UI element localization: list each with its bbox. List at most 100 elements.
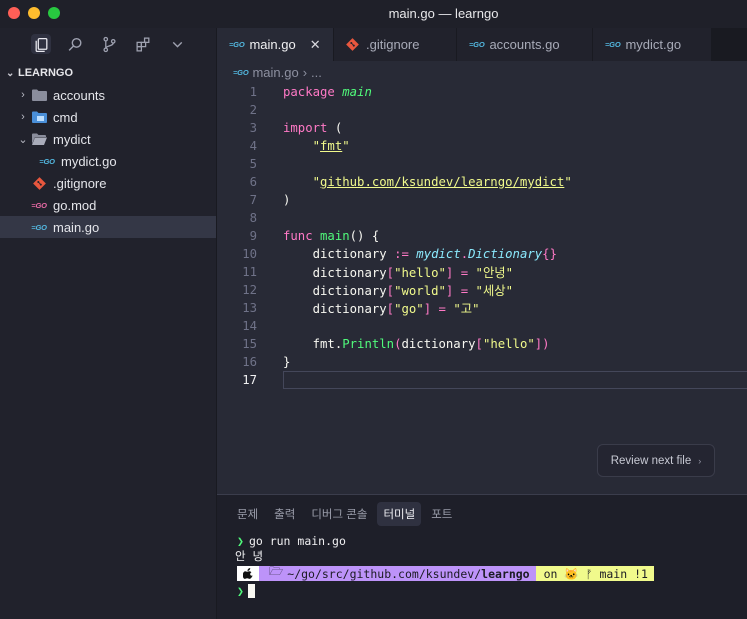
terminal-cursor <box>247 583 255 598</box>
line-number: 4 <box>249 139 257 153</box>
terminal-command: go run main.go <box>248 533 346 548</box>
tree-item-label: main.go <box>53 219 100 235</box>
terminal-input-line[interactable]: ❯ <box>237 583 747 598</box>
tab-output[interactable]: 출력 <box>268 502 301 526</box>
search-icon[interactable] <box>65 34 85 54</box>
tab-main-go[interactable]: =GO main.go ✕ <box>217 28 334 61</box>
line-number: 15 <box>242 337 257 351</box>
breadcrumb-file[interactable]: main.go <box>252 65 298 80</box>
chevron-right-icon: › <box>21 89 25 101</box>
code-editor[interactable]: =GO main.go › ... 1 package main 2 3 imp… <box>217 61 747 494</box>
terminal-command-line: ❯ go run main.go <box>237 533 747 548</box>
code-line: 11 dictionary["hello"] = "안녕" <box>217 263 747 281</box>
git-icon <box>30 176 48 190</box>
tree-item-mydict-go[interactable]: =GO mydict.go <box>0 150 216 172</box>
window-title: main.go — learngo <box>388 6 499 21</box>
go-file-icon: =GO <box>229 40 245 49</box>
tab-terminal[interactable]: 터미널 <box>377 502 422 526</box>
breadcrumb: =GO main.go › ... <box>217 61 747 83</box>
tree-item-cmd[interactable]: › cmd <box>0 106 216 128</box>
tree-item-main-go[interactable]: =GO main.go <box>0 216 216 238</box>
explorer-icon[interactable] <box>31 34 51 54</box>
git-branch-status: on 🐱 ᚠ main !1 <box>535 566 654 581</box>
code-line: 6 "github.com/ksundev/learngo/mydict" <box>217 173 747 191</box>
breadcrumb-more[interactable]: ... <box>311 65 322 80</box>
tab-ports[interactable]: 포트 <box>425 502 458 526</box>
tree-item-label: mydict.go <box>61 153 117 169</box>
go-file-icon: =GO <box>605 40 621 49</box>
prompt-icon: ❯ <box>237 533 244 548</box>
string-literal: hello <box>490 337 528 351</box>
string-literal: 고 <box>460 302 473 316</box>
code-line: 10 dictionary := mydict.Dictionary{} <box>217 245 747 263</box>
punctuation: } <box>283 355 291 369</box>
git-icon <box>346 38 359 51</box>
punctuation: ( <box>334 121 343 135</box>
chevron-right-icon: › <box>21 111 25 123</box>
line-number: 3 <box>249 121 257 135</box>
review-button-label: Review next file <box>610 454 692 467</box>
extensions-icon[interactable] <box>133 34 153 54</box>
tab-label: .gitignore <box>366 37 420 52</box>
tab-accounts-go[interactable]: =GO accounts.go <box>457 28 593 61</box>
line-number: 17 <box>242 373 257 387</box>
title-bar: main.go — learngo <box>0 0 747 28</box>
code-line: 1 package main <box>217 83 747 101</box>
tree-item-gitignore[interactable]: .gitignore <box>0 172 216 194</box>
line-number: 7 <box>249 193 257 207</box>
terminal[interactable]: ❯ go run main.go 안 녕 🗁 ~/go/src/github.c… <box>217 533 747 598</box>
tree-item-label: mydict <box>53 131 91 147</box>
function-name: main <box>320 229 350 243</box>
function-name: Println <box>342 337 395 351</box>
tab-label: mydict.go <box>625 37 682 52</box>
code-lines[interactable]: 1 package main 2 3 import ( 4 "fmt" 5 6 … <box>217 83 747 389</box>
terminal-path: 🗁 ~/go/src/github.com/ksundev/learngo <box>259 564 536 581</box>
go-file-icon: =GO <box>31 222 47 232</box>
punctuation: ) <box>283 193 291 207</box>
code-line-current[interactable]: 17 <box>217 371 747 389</box>
code-line: 12 dictionary["world"] = "세상" <box>217 281 747 299</box>
go-file-icon: =GO <box>233 67 249 77</box>
review-next-file-button[interactable]: Review next file › <box>597 444 715 477</box>
identifier: dictionary <box>401 337 476 351</box>
code-line: 7 ) <box>217 191 747 209</box>
tree-item-mydict[interactable]: ⌄ mydict <box>0 128 216 150</box>
string-literal: github.com/ksundev/learngo/mydict <box>320 175 565 189</box>
source-control-icon[interactable] <box>99 34 119 54</box>
explorer-root[interactable]: ⌄ LEARNGO <box>0 62 216 84</box>
tab-mydict-go[interactable]: =GO mydict.go <box>593 28 712 61</box>
tab-problems[interactable]: 문제 <box>231 502 264 526</box>
go-file-icon: =GO <box>469 40 485 49</box>
tree-item-label: .gitignore <box>53 175 107 191</box>
path-current-dir: learngo <box>481 566 530 581</box>
panel-tabs: 문제 출력 디버그 콘솔 터미널 포트 <box>217 495 747 533</box>
tab-gitignore[interactable]: .gitignore <box>334 28 457 61</box>
code-line: 14 <box>217 317 747 335</box>
package-ref: mydict <box>416 247 461 261</box>
breadcrumb-separator: › <box>302 64 308 80</box>
close-icon[interactable]: ✕ <box>310 37 321 53</box>
terminal-output: 안 녕 <box>235 548 747 563</box>
chevron-down-icon[interactable] <box>167 34 187 54</box>
terminal-output-text: 안 녕 <box>235 548 264 563</box>
identifier: dictionary <box>312 284 387 298</box>
tree-item-go-mod[interactable]: =GO go.mod <box>0 194 216 216</box>
code-line: 4 "fmt" <box>217 137 747 155</box>
line-number: 9 <box>249 229 257 243</box>
line-number: 14 <box>242 319 257 333</box>
apple-icon <box>237 566 259 581</box>
keyword: import <box>283 121 328 135</box>
line-number: 5 <box>249 157 257 171</box>
tab-label: accounts.go <box>489 37 560 52</box>
keyword: package <box>283 85 335 99</box>
editor-tabs: =GO main.go ✕ .gitignore =GO accounts.go… <box>217 28 747 61</box>
path-prefix: ~/go/src/github.com/ksundev/ <box>287 566 482 581</box>
tree-item-accounts[interactable]: › accounts <box>0 84 216 106</box>
line-number: 8 <box>249 211 257 225</box>
string-literal: hello <box>401 266 439 280</box>
tab-debug-console[interactable]: 디버그 콘솔 <box>305 502 373 526</box>
identifier: dictionary <box>312 302 387 316</box>
chevron-down-icon: ⌄ <box>6 67 15 79</box>
go-file-icon: =GO <box>39 156 55 166</box>
package-ref: fmt <box>312 337 335 351</box>
